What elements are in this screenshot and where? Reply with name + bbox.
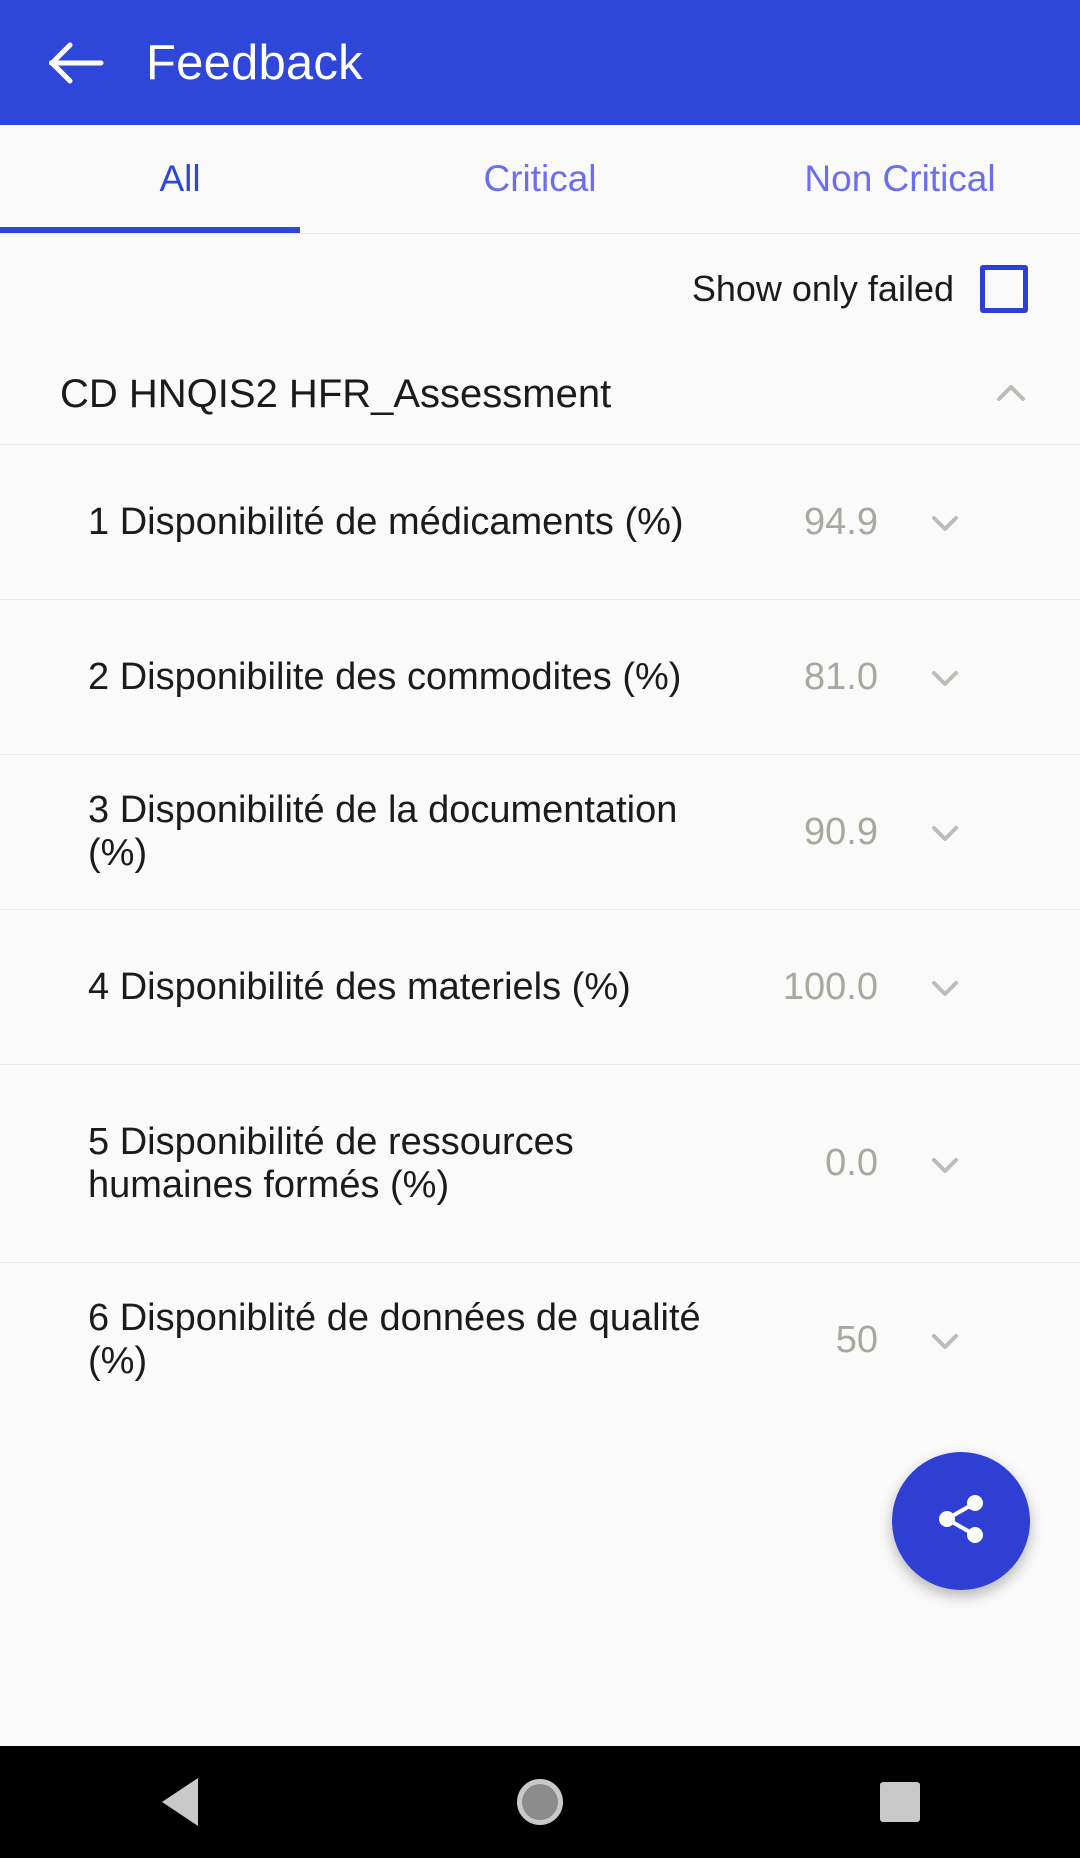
row-label: 3 Disponibilité de la documentation (%) [88, 789, 678, 874]
back-button[interactable] [40, 26, 114, 100]
tab-active-indicator [0, 227, 300, 233]
chevron-down-icon[interactable] [922, 1141, 968, 1187]
row-label: 4 Disponibilité des materiels (%) [88, 965, 631, 1008]
tab-critical[interactable]: Critical [360, 125, 720, 233]
nav-home-button[interactable] [360, 1779, 720, 1825]
tab-critical-label: Critical [483, 158, 597, 199]
tab-non-critical-label: Non Critical [804, 158, 996, 199]
chevron-down-icon[interactable] [922, 1317, 968, 1363]
share-icon [929, 1487, 993, 1556]
section-header-hfr-assessment[interactable]: CD HNQIS2 HFR_Assessment [0, 344, 1080, 444]
table-row[interactable]: 5 Disponibilité de ressources humaines f… [0, 1064, 1080, 1262]
row-label: 1 Disponibilité de médicaments (%) [88, 500, 684, 543]
nav-back-triangle-icon [162, 1778, 198, 1826]
nav-back-button[interactable] [0, 1778, 360, 1826]
show-only-failed-label: Show only failed [691, 268, 954, 309]
page-title: Feedback [146, 35, 363, 90]
app-bar: Feedback [0, 0, 1080, 125]
row-value: 0.0 [825, 1142, 878, 1184]
chevron-up-icon[interactable] [988, 371, 1034, 417]
feedback-screen: Feedback All Critical Non Critical Show … [0, 0, 1080, 1858]
tab-all[interactable]: All [0, 125, 360, 233]
arrow-left-icon [49, 40, 105, 86]
chevron-down-icon[interactable] [922, 964, 968, 1010]
section-title: CD HNQIS2 HFR_Assessment [60, 371, 612, 416]
show-only-failed-checkbox[interactable] [980, 265, 1028, 313]
android-navigation-bar [0, 1746, 1080, 1858]
row-value: 90.9 [804, 810, 878, 853]
tab-non-critical[interactable]: Non Critical [720, 125, 1080, 233]
row-value: 100.0 [782, 965, 878, 1008]
tab-all-label: All [159, 158, 201, 199]
row-value: 81.0 [804, 655, 878, 698]
show-only-failed-row[interactable]: Show only failed [0, 234, 1080, 344]
chevron-down-icon[interactable] [922, 654, 968, 700]
share-fab-button[interactable] [892, 1452, 1030, 1590]
row-value: 94.9 [804, 500, 878, 543]
table-row[interactable]: 1 Disponibilité de médicaments (%) 94.9 [0, 444, 1080, 599]
row-label: 2 Disponibilite des commodites (%) [88, 655, 682, 698]
table-row[interactable]: 6 Disponiblité de données de qualité (%)… [0, 1262, 1080, 1417]
row-label: 6 Disponiblité de données de qualité (%) [88, 1297, 701, 1382]
nav-recents-square-icon [880, 1782, 920, 1822]
table-row[interactable]: 3 Disponibilité de la documentation (%) … [0, 754, 1080, 909]
nav-recents-button[interactable] [720, 1782, 1080, 1822]
chevron-down-icon[interactable] [922, 809, 968, 855]
feedback-list: 1 Disponibilité de médicaments (%) 94.9 … [0, 444, 1080, 1858]
table-row[interactable]: 2 Disponibilite des commodites (%) 81.0 [0, 599, 1080, 754]
row-value: 50 [835, 1318, 878, 1361]
chevron-down-icon[interactable] [922, 499, 968, 545]
tab-bar: All Critical Non Critical [0, 125, 1080, 233]
table-row[interactable]: 4 Disponibilité des materiels (%) 100.0 [0, 909, 1080, 1064]
row-label: 5 Disponibilité de ressources humaines f… [88, 1120, 574, 1206]
nav-home-circle-icon [517, 1779, 563, 1825]
